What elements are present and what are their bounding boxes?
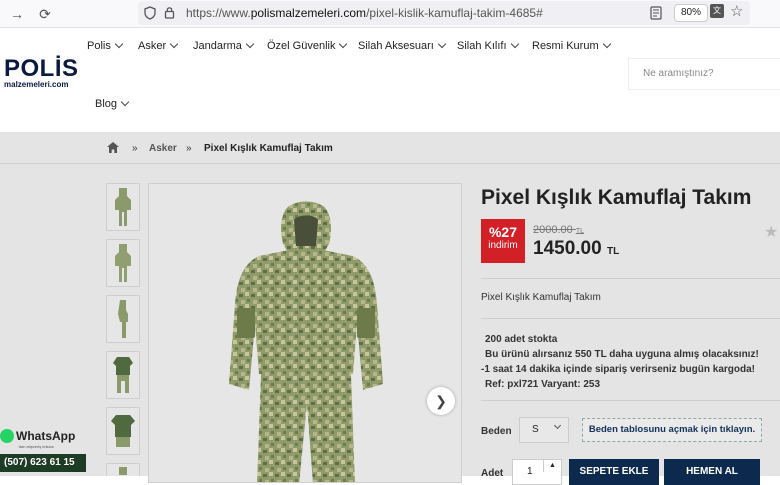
shield-icon [144,6,156,20]
reload-icon[interactable]: ⟳ [35,4,55,24]
size-chart-link[interactable]: Beden tablosunu açmak için tıklayın. [582,418,762,442]
stock-info: 200 adet stokta [485,334,558,345]
breadcrumb-separator: » [186,143,192,154]
discount-label: indirim [488,240,518,251]
logo-main-text: POLİS [4,55,79,82]
product-page: » Asker » Pixel Kışlık Kamuflaj Takım ❯ … [0,132,780,485]
whatsapp-widget[interactable]: WhatsApp 'dan alışveriş imkanı (507) 623… [0,429,90,476]
menu-item-polis[interactable]: Polis [87,39,124,52]
whatsapp-icon [0,429,14,443]
buy-now-button[interactable]: HEMEN AL [664,459,760,485]
reference-info: Ref: pxl721 Varyant: 253 [485,379,601,390]
product-main-image[interactable] [148,183,462,483]
product-thumbnail[interactable] [106,183,140,231]
shipping-info: -1 saat 14 dakika içinde sipariş verirse… [481,364,755,375]
discount-percent: %27 [488,224,518,240]
home-icon[interactable] [107,142,119,153]
thumb-partial-image [119,467,127,475]
product-thumbnail[interactable] [106,407,140,455]
thumb-side-image [118,300,128,338]
chevron-down-icon [245,39,255,49]
chevron-down-icon [602,39,611,49]
divider [481,278,780,279]
divider [481,318,780,319]
quantity-up-icon[interactable]: ▲ [543,459,561,472]
menu-item-silah-kilifi[interactable]: Silah Kılıfı [457,39,519,52]
chevron-down-icon [114,39,124,49]
camouflage-suit-image [229,201,383,482]
next-image-arrow-icon[interactable]: ❯ [427,387,455,415]
product-thumbnail[interactable] [106,463,140,476]
chevron-down-icon [120,97,130,107]
thumb-shirt-image [113,357,133,393]
search-input[interactable]: Ne aramıştınız? [628,58,780,90]
breadcrumb-item-asker[interactable]: Asker [149,143,177,154]
reader-view-icon[interactable] [650,6,662,20]
menu-item-silah-aksesuari[interactable]: Silah Aksesuarı [358,39,447,52]
thumb-shirt-front-image [111,415,135,447]
menu-item-ozel-guvenlik[interactable]: Özel Güvenlik [267,39,348,52]
zoom-level[interactable]: 80% [674,4,709,22]
size-label: Beden [481,426,512,437]
divider [481,400,780,401]
favorite-star-icon[interactable]: ★ [764,222,778,242]
chevron-down-icon [510,39,519,49]
back-icon[interactable]: → [7,4,27,24]
whatsapp-tagline: 'dan alışveriş imkanı [18,444,55,449]
address-bar[interactable]: https://www.polismalzemeleri.com/pixel-k… [138,1,750,25]
whatsapp-phone[interactable]: (507) 623 61 15 [0,454,86,472]
thumb-jacket-back-image [115,244,131,282]
site-header: POLİS malzemeleri.com Polis Asker Jandar… [0,28,780,132]
chevron-down-icon [553,421,562,430]
translate-icon[interactable]: 文 [710,4,724,18]
add-to-cart-button[interactable]: SEPETE EKLE [569,459,659,485]
chevron-down-icon [437,39,447,49]
current-price: 1450.00 TL [533,238,620,259]
offer-info: Bu ürünü alırsanız 550 TL daha uyguna al… [485,349,759,360]
quantity-label: Adet [481,468,504,479]
menu-item-asker[interactable]: Asker [138,39,179,52]
lock-icon [164,7,175,19]
product-thumbnail[interactable] [106,295,140,343]
old-price: 2000.00 TL [533,224,584,236]
menu-item-blog[interactable]: Blog [95,97,130,110]
product-thumbnail[interactable] [106,239,140,287]
breadcrumb-separator: » [132,143,138,154]
whatsapp-logo: WhatsApp [0,429,75,443]
chevron-down-icon [169,39,179,49]
product-thumbnail[interactable] [106,351,140,399]
menu-item-resmi-kurum[interactable]: Resmi Kurum [532,39,611,52]
size-select[interactable]: S [519,417,569,443]
discount-badge: %27 indirim [481,219,525,263]
menu-item-jandarma[interactable]: Jandarma [193,39,255,52]
logo-sub-text: malzemeleri.com [4,80,69,89]
site-logo[interactable]: POLİS malzemeleri.com [4,55,79,90]
browser-toolbar: → ⟳ https://www.polismalzemeleri.com/pix… [0,0,780,28]
product-title: Pixel Kışlık Kamuflaj Takım [481,186,752,209]
breadcrumb-current: Pixel Kışlık Kamuflaj Takım [204,143,333,154]
chevron-down-icon [339,39,348,49]
product-description: Pixel Kışlık Kamuflaj Takım [481,292,601,303]
url-text: https://www.polismalzemeleri.com/pixel-k… [186,6,543,20]
thumb-jacket-front-image [115,188,131,226]
bookmark-star-icon[interactable]: ☆ [730,2,743,20]
breadcrumb: » Asker » Pixel Kışlık Kamuflaj Takım [0,132,780,164]
